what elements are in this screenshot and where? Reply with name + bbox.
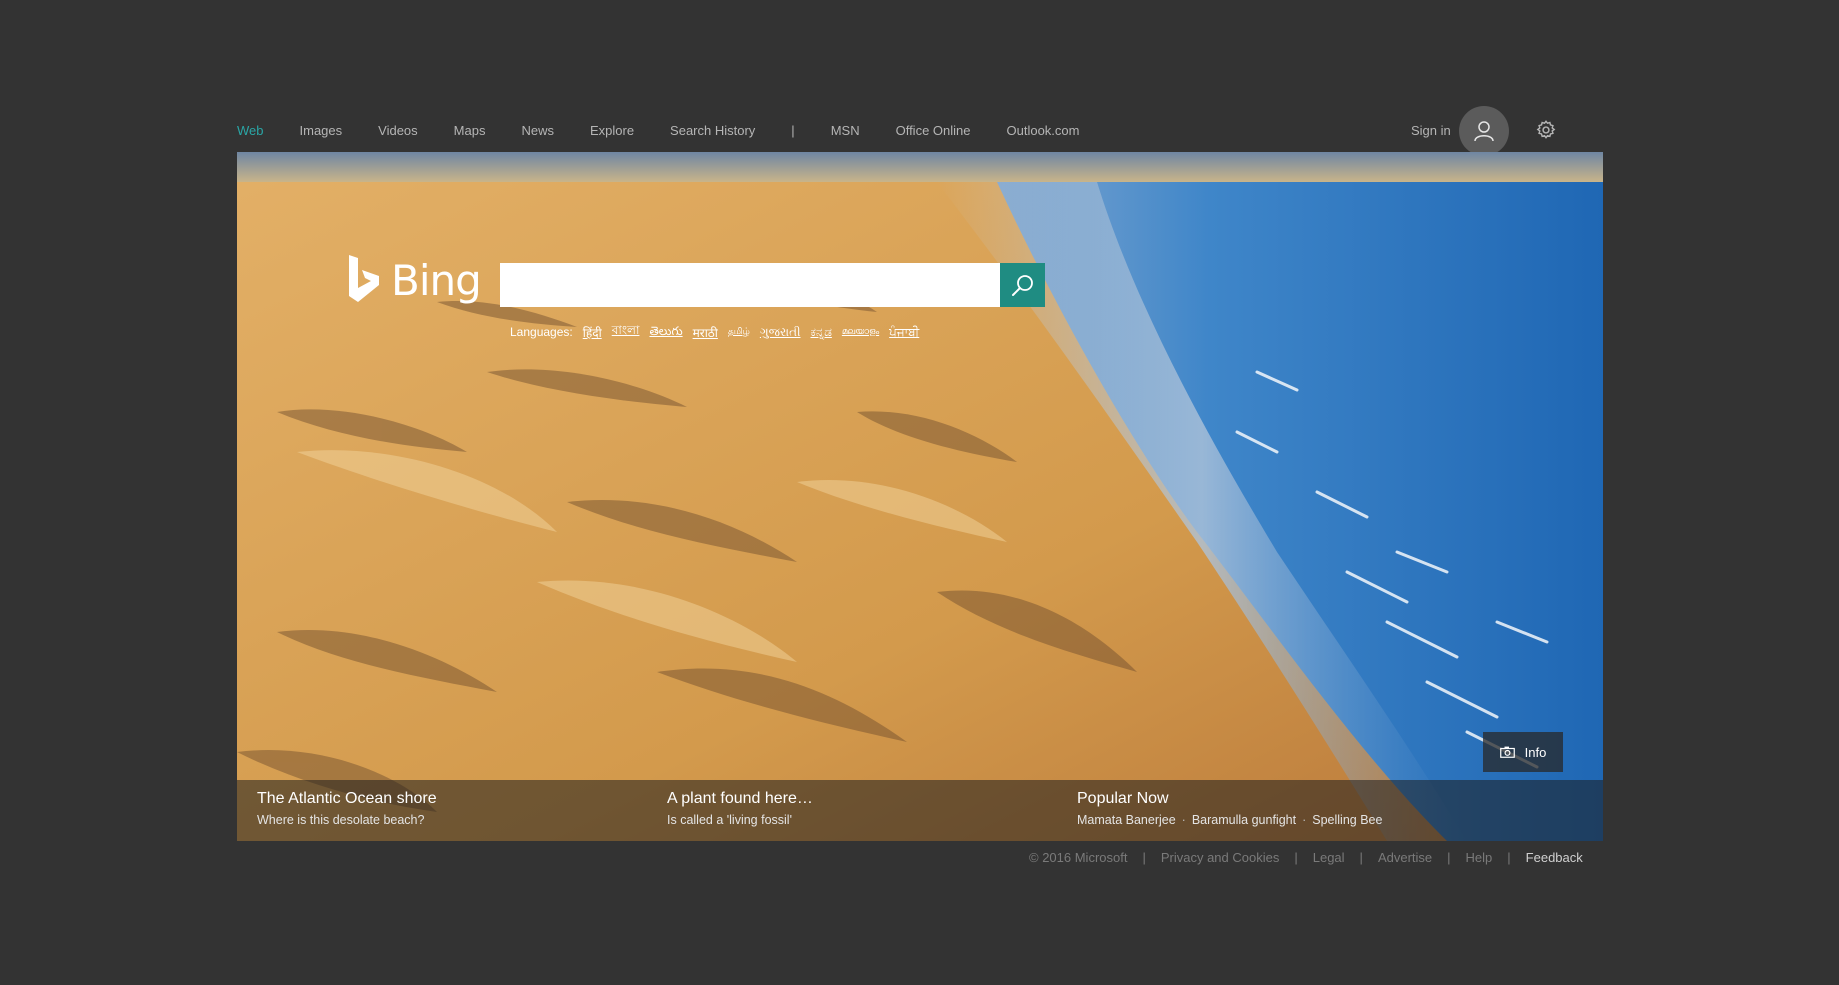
story-title[interactable]: A plant found here… xyxy=(667,790,813,808)
nav-images[interactable]: Images xyxy=(300,123,343,138)
popular-item[interactable]: Baramulla gunfight xyxy=(1192,813,1296,827)
lang-bengali[interactable]: বাংলা xyxy=(612,322,640,342)
languages-bar: Languages: हिंदी বাংলা తెలుగు मराठी தமிழ… xyxy=(510,322,929,342)
footer-legal-link[interactable]: Legal xyxy=(1313,850,1345,865)
search-input[interactable] xyxy=(500,263,1000,307)
lang-marathi[interactable]: मराठी xyxy=(693,324,718,341)
story-subtitle[interactable]: Is called a 'living fossil' xyxy=(667,813,813,827)
nav-separator: | xyxy=(791,122,795,138)
user-icon xyxy=(1474,121,1494,142)
story-subtitle[interactable]: Where is this desolate beach? xyxy=(257,813,437,827)
footer-copyright: © 2016 Microsoft xyxy=(1029,850,1128,865)
popular-now-title[interactable]: Popular Now xyxy=(1077,790,1382,808)
story-card[interactable]: The Atlantic Ocean shore Where is this d… xyxy=(257,790,437,827)
sign-in-link[interactable]: Sign in xyxy=(1411,123,1451,138)
nav-web[interactable]: Web xyxy=(237,123,264,138)
feedback-link[interactable]: Feedback xyxy=(1526,850,1583,865)
footer-advertise-link[interactable]: Advertise xyxy=(1378,850,1432,865)
popular-separator: · xyxy=(1181,813,1186,827)
footer-separator: | xyxy=(1507,850,1511,865)
lang-gujarati[interactable]: ગુજરાતી xyxy=(760,325,801,340)
search-icon xyxy=(1011,275,1033,296)
footer: © 2016 Microsoft | Privacy and Cookies |… xyxy=(1029,850,1583,865)
info-button[interactable]: Info xyxy=(1483,732,1563,772)
info-label: Info xyxy=(1524,744,1547,760)
lang-punjabi[interactable]: ਪੰਜਾਬੀ xyxy=(889,325,919,340)
footer-separator: | xyxy=(1359,850,1363,865)
hero-background: Bing Languages: हिंदी বাংলা తెలుగు मराठी… xyxy=(237,152,1603,841)
nav-office-online[interactable]: Office Online xyxy=(896,123,971,138)
footer-help-link[interactable]: Help xyxy=(1466,850,1493,865)
nav-videos[interactable]: Videos xyxy=(378,123,418,138)
lang-tamil[interactable]: தமிழ் xyxy=(728,327,750,338)
search-button[interactable] xyxy=(1000,263,1045,307)
bing-b-icon xyxy=(349,255,379,302)
bing-logo[interactable]: Bing xyxy=(347,255,482,305)
languages-label: Languages: xyxy=(510,325,573,339)
lang-kannada[interactable]: ಕನ್ನಡ xyxy=(811,325,832,340)
gear-icon[interactable] xyxy=(1535,119,1557,141)
story-bar: The Atlantic Ocean shore Where is this d… xyxy=(237,780,1603,841)
nav-search-history[interactable]: Search History xyxy=(670,123,755,138)
lang-telugu[interactable]: తెలుగు xyxy=(649,324,682,341)
popular-separator: · xyxy=(1302,813,1307,827)
popular-item[interactable]: Spelling Bee xyxy=(1312,813,1382,827)
nav-msn[interactable]: MSN xyxy=(831,123,860,138)
footer-separator: | xyxy=(1447,850,1451,865)
top-nav: Web Images Videos Maps News Explore Sear… xyxy=(237,118,1115,142)
story-card[interactable]: A plant found here… Is called a 'living … xyxy=(667,790,813,827)
footer-separator: | xyxy=(1142,850,1146,865)
popular-item[interactable]: Mamata Banerjee xyxy=(1077,813,1176,827)
avatar-button[interactable] xyxy=(1459,106,1509,156)
lang-malayalam[interactable]: മലയാളം xyxy=(842,327,879,337)
story-title[interactable]: The Atlantic Ocean shore xyxy=(257,790,437,808)
popular-list: Mamata Banerjee · Baramulla gunfight · S… xyxy=(1077,813,1382,827)
camera-icon xyxy=(1499,746,1515,758)
footer-separator: | xyxy=(1294,850,1298,865)
popular-now: Popular Now Mamata Banerjee · Baramulla … xyxy=(1077,790,1382,827)
nav-explore[interactable]: Explore xyxy=(590,123,634,138)
footer-privacy-link[interactable]: Privacy and Cookies xyxy=(1161,850,1280,865)
nav-maps[interactable]: Maps xyxy=(454,123,486,138)
bing-logo-text: Bing xyxy=(391,255,482,305)
nav-news[interactable]: News xyxy=(521,123,554,138)
nav-outlook[interactable]: Outlook.com xyxy=(1007,123,1080,138)
lang-hindi[interactable]: हिंदी xyxy=(583,324,602,341)
